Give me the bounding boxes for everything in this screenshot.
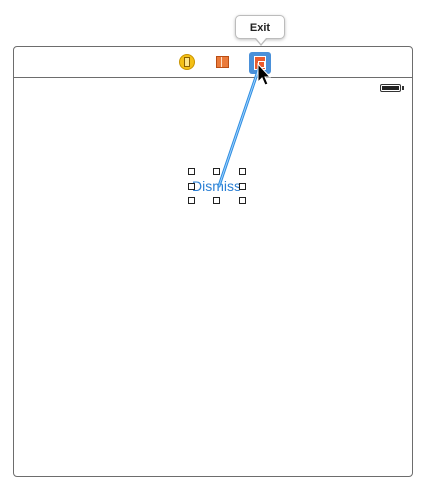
mouse-cursor-icon	[257, 62, 272, 86]
segue-connection-highlight	[218, 67, 260, 187]
connection-overlay	[217, 62, 272, 188]
